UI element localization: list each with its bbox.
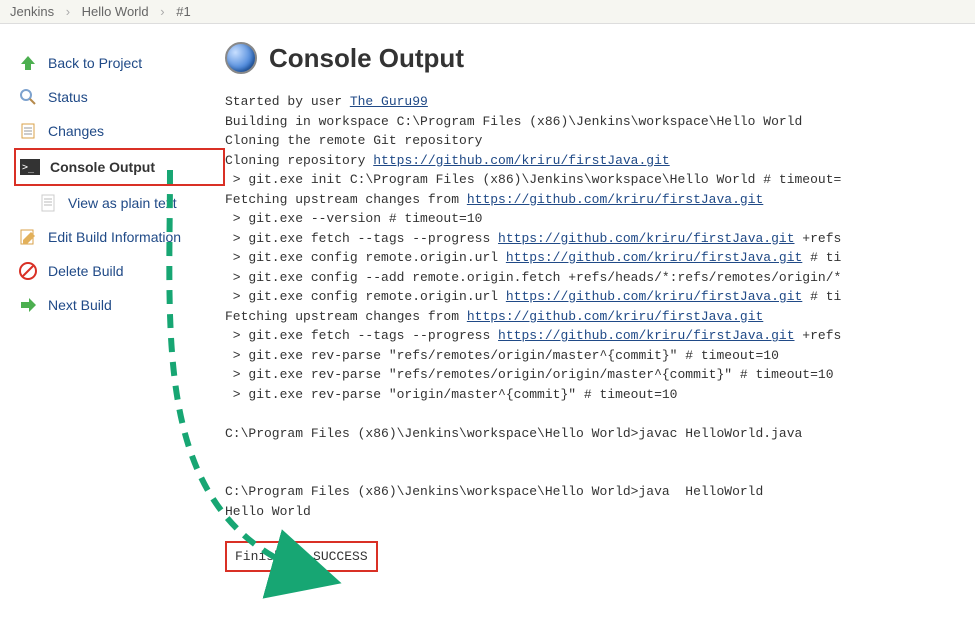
sidebar-item-changes[interactable]: Changes bbox=[14, 114, 225, 148]
document-icon bbox=[38, 193, 58, 213]
text: +refs bbox=[795, 231, 842, 246]
main-content: Console Output Started by user The_Guru9… bbox=[225, 24, 975, 618]
sidebar-item-label: Next Build bbox=[48, 297, 112, 313]
sidebar-item-label: Status bbox=[48, 89, 88, 105]
delete-icon bbox=[18, 261, 38, 281]
sidebar-item-plaintext[interactable]: View as plain text bbox=[14, 186, 225, 220]
text: Started by user bbox=[225, 94, 350, 109]
breadcrumb-project[interactable]: Hello World bbox=[82, 4, 149, 19]
text: > git.exe config remote.origin.url bbox=[225, 250, 506, 265]
sidebar-item-label: View as plain text bbox=[68, 195, 177, 211]
text: Cloning the remote Git repository bbox=[225, 133, 482, 148]
text: # ti bbox=[802, 289, 841, 304]
sidebar-item-label: Delete Build bbox=[48, 263, 124, 279]
status-orb-icon bbox=[225, 42, 257, 74]
text: Cloning repository bbox=[225, 153, 373, 168]
text: C:\Program Files (x86)\Jenkins\workspace… bbox=[225, 426, 810, 441]
repo-link[interactable]: https://github.com/kriru/firstJava.git bbox=[373, 153, 669, 168]
svg-text:>_: >_ bbox=[22, 162, 35, 173]
text: Hello World bbox=[225, 504, 311, 519]
breadcrumb: Jenkins › Hello World › #1 bbox=[0, 0, 975, 24]
right-arrow-icon bbox=[18, 295, 38, 315]
up-arrow-icon bbox=[18, 53, 38, 73]
repo-link[interactable]: https://github.com/kriru/firstJava.git bbox=[467, 309, 763, 324]
sidebar-item-label: Changes bbox=[48, 123, 104, 139]
text: > git.exe fetch --tags --progress bbox=[225, 328, 498, 343]
text: > git.exe config --add remote.origin.fet… bbox=[225, 270, 841, 285]
repo-link[interactable]: https://github.com/kriru/firstJava.git bbox=[498, 328, 794, 343]
sidebar-item-next[interactable]: Next Build bbox=[14, 288, 225, 322]
magnifier-icon bbox=[18, 87, 38, 107]
text: > git.exe rev-parse "refs/remotes/origin… bbox=[225, 367, 834, 382]
page-title: Console Output bbox=[269, 43, 464, 74]
sidebar-item-delete[interactable]: Delete Build bbox=[14, 254, 225, 288]
sidebar-item-back[interactable]: Back to Project bbox=[14, 46, 225, 80]
notepad-pencil-icon bbox=[18, 227, 38, 247]
finished-status: Finished: SUCCESS bbox=[225, 541, 378, 573]
text: Fetching upstream changes from bbox=[225, 192, 467, 207]
breadcrumb-sep: › bbox=[160, 4, 164, 19]
breadcrumb-jenkins[interactable]: Jenkins bbox=[10, 4, 54, 19]
text: C:\Program Files (x86)\Jenkins\workspace… bbox=[225, 484, 771, 499]
console-output: Started by user The_Guru99 Building in w… bbox=[225, 92, 975, 572]
user-link[interactable]: The_Guru99 bbox=[350, 94, 428, 109]
sidebar: Back to Project Status Changes >_ Consol… bbox=[0, 24, 225, 618]
breadcrumb-build[interactable]: #1 bbox=[176, 4, 190, 19]
terminal-icon: >_ bbox=[20, 157, 40, 177]
repo-link[interactable]: https://github.com/kriru/firstJava.git bbox=[467, 192, 763, 207]
text: +refs bbox=[795, 328, 842, 343]
sidebar-item-label: Edit Build Information bbox=[48, 229, 181, 245]
sidebar-item-label: Back to Project bbox=[48, 55, 142, 71]
breadcrumb-sep: › bbox=[66, 4, 70, 19]
text: > git.exe --version # timeout=10 bbox=[225, 211, 482, 226]
notepad-icon bbox=[18, 121, 38, 141]
sidebar-item-console[interactable]: >_ Console Output bbox=[14, 148, 225, 186]
sidebar-item-status[interactable]: Status bbox=[14, 80, 225, 114]
sidebar-item-label: Console Output bbox=[50, 159, 155, 175]
text: # ti bbox=[802, 250, 841, 265]
repo-link[interactable]: https://github.com/kriru/firstJava.git bbox=[506, 289, 802, 304]
repo-link[interactable]: https://github.com/kriru/firstJava.git bbox=[498, 231, 794, 246]
text: Building in workspace C:\Program Files (… bbox=[225, 114, 802, 129]
text: > git.exe config remote.origin.url bbox=[225, 289, 506, 304]
text: > git.exe rev-parse "origin/master^{comm… bbox=[225, 387, 677, 402]
text: Fetching upstream changes from bbox=[225, 309, 467, 324]
text: > git.exe init C:\Program Files (x86)\Je… bbox=[225, 172, 841, 187]
repo-link[interactable]: https://github.com/kriru/firstJava.git bbox=[506, 250, 802, 265]
sidebar-item-edit[interactable]: Edit Build Information bbox=[14, 220, 225, 254]
text: > git.exe rev-parse "refs/remotes/origin… bbox=[225, 348, 779, 363]
text: > git.exe fetch --tags --progress bbox=[225, 231, 498, 246]
